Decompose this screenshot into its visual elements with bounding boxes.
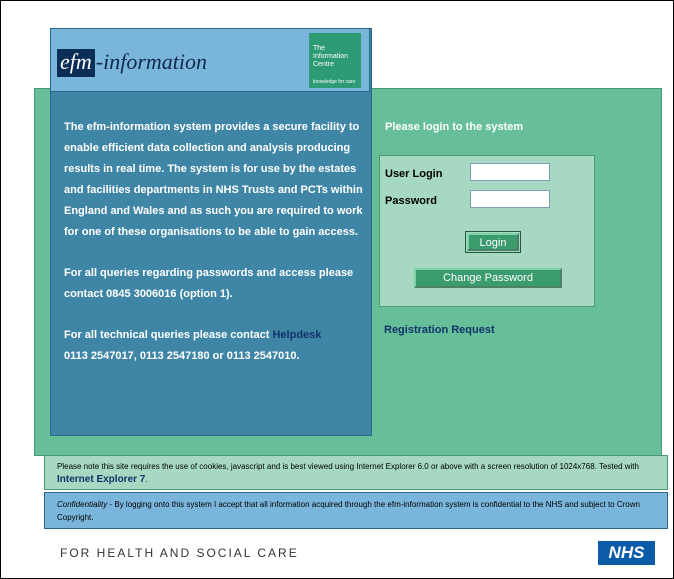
info-paragraph: The efm-information system provides a se… bbox=[64, 121, 363, 238]
technical-paragraph: For all technical queries please contact… bbox=[64, 325, 364, 367]
efm-information-logo: efm -information bbox=[57, 49, 207, 77]
ie7-text: Internet Explorer 7 bbox=[57, 474, 146, 485]
login-button[interactable]: Login bbox=[467, 233, 519, 251]
confidentiality-text: - By logging onto this system I accept t… bbox=[57, 500, 640, 522]
contact-paragraph: For all queries regarding passwords and … bbox=[64, 267, 354, 300]
user-login-input[interactable] bbox=[470, 163, 550, 181]
registration-request-link[interactable]: Registration Request bbox=[384, 324, 495, 336]
helpdesk-link[interactable]: Helpdesk bbox=[272, 329, 321, 341]
ic-logo-line: Information bbox=[313, 53, 349, 60]
confidentiality-note: Confidentiality - By logging onto this s… bbox=[44, 492, 668, 529]
ic-logo-tagline: knowledge for care bbox=[313, 79, 356, 85]
information-centre-logo: The Information Centre knowledge for car… bbox=[309, 33, 361, 88]
login-heading: Please login to the system bbox=[385, 121, 524, 133]
confidentiality-label: Confidentiality bbox=[57, 500, 108, 509]
technical-text: For all technical queries please contact bbox=[64, 329, 270, 341]
user-login-label: User Login bbox=[385, 168, 443, 180]
ic-logo-line: The bbox=[313, 45, 326, 52]
logo-text: -information bbox=[95, 49, 207, 74]
nhs-logo: NHS bbox=[598, 541, 655, 565]
password-label: Password bbox=[385, 195, 437, 207]
footer-tagline: FOR HEALTH AND SOCIAL CARE bbox=[60, 546, 299, 560]
browser-requirements-note: Please note this site requires the use o… bbox=[44, 455, 668, 490]
browser-note-suffix: . bbox=[145, 475, 148, 484]
header-logo-bar: efm -information The Information Centre k… bbox=[50, 28, 370, 92]
password-input[interactable] bbox=[470, 190, 550, 208]
helpdesk-phones: 0113 2547017, 0113 2547180 or 0113 25470… bbox=[64, 350, 300, 362]
browser-note-text: Please note this site requires the use o… bbox=[57, 462, 639, 471]
efm-logo-mark: efm bbox=[57, 49, 95, 77]
info-text: The efm-information system provides a se… bbox=[64, 117, 364, 387]
ic-logo-line: Centre bbox=[313, 61, 335, 68]
change-password-button[interactable]: Change Password bbox=[414, 268, 562, 288]
